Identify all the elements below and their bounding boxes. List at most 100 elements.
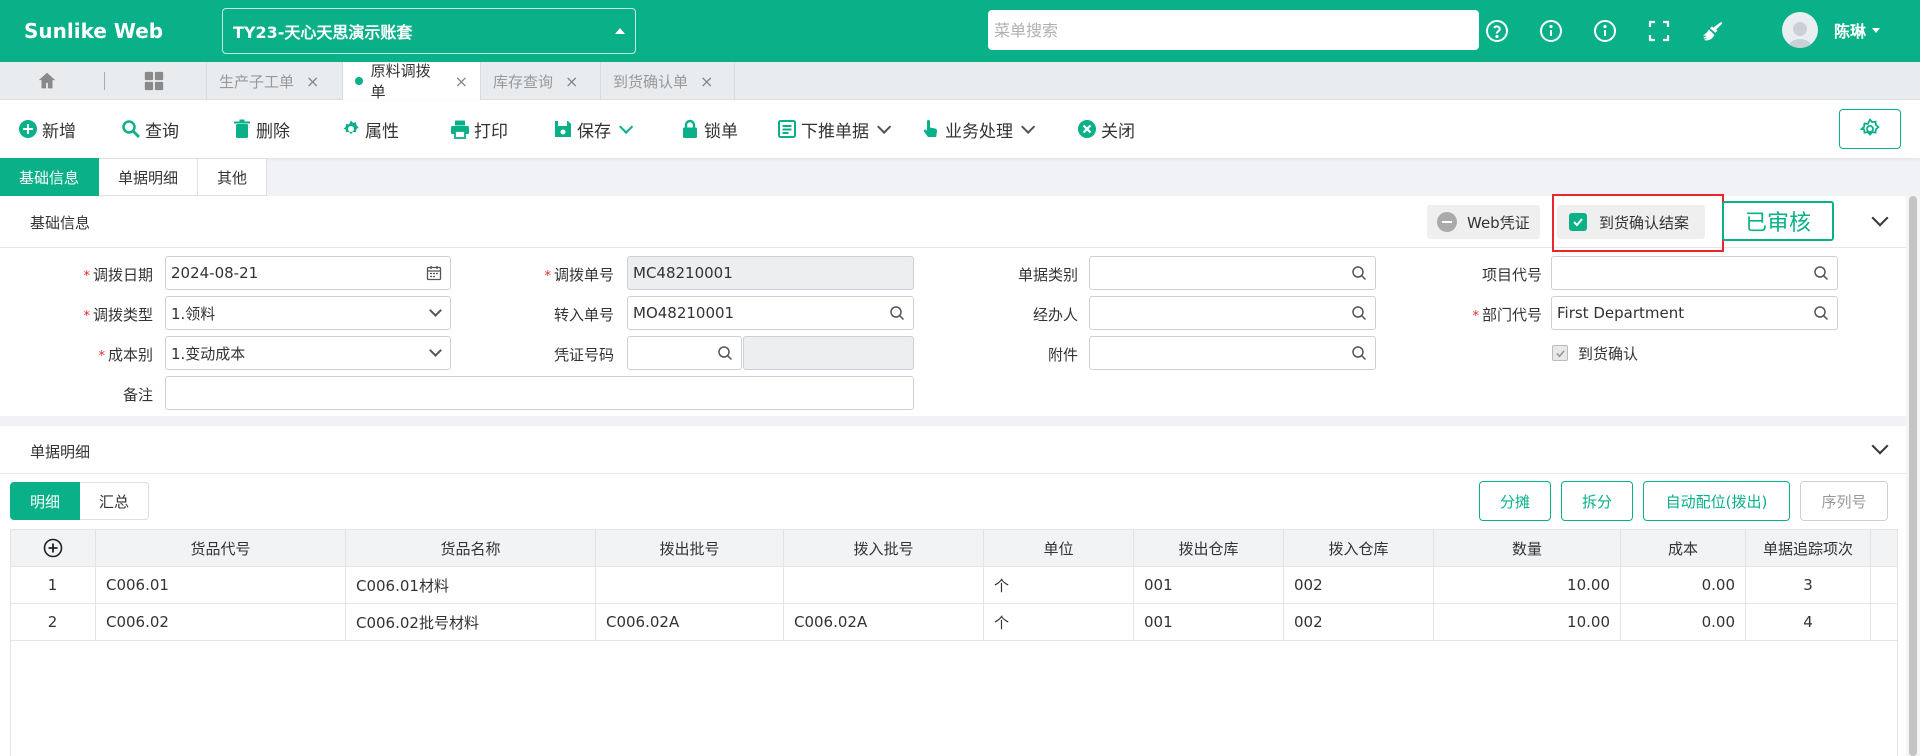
apps-grid-icon[interactable] — [143, 70, 165, 96]
cell-cost[interactable]: 0.00 — [1621, 604, 1746, 640]
table-row[interactable]: 1 C006.01 C006.01材料 个 001 002 10.00 0.00… — [10, 567, 1898, 604]
search-icon — [890, 306, 905, 321]
serial-number-button[interactable]: 序列号 — [1800, 481, 1888, 521]
col-out-warehouse[interactable]: 拨出仓库 — [1134, 530, 1284, 566]
business-process-button[interactable]: 业务处理 — [921, 100, 1036, 158]
split-share-button[interactable]: 分摊 — [1479, 481, 1551, 521]
web-voucher-toggle[interactable]: Web凭证 — [1427, 205, 1540, 239]
col-trace-item[interactable]: 单据追踪项次 — [1746, 530, 1871, 566]
table-row[interactable]: 2 C006.02 C006.02批号材料 C006.02A C006.02A … — [10, 604, 1898, 641]
user-menu[interactable]: 陈琳 — [1782, 12, 1881, 48]
scrollbar-thumb[interactable] — [1909, 196, 1917, 756]
cell-quantity[interactable]: 10.00 — [1434, 604, 1621, 640]
tab-inventory-query[interactable]: 库存查询 × — [480, 62, 600, 100]
tab-arrival-confirm[interactable]: 到货确认单 × — [600, 62, 735, 100]
doc-category-field[interactable] — [1089, 256, 1376, 290]
save-button[interactable]: 保存 — [553, 100, 634, 158]
lock-button[interactable]: 锁单 — [680, 100, 738, 158]
properties-button[interactable]: 属性 — [341, 100, 399, 158]
chevron-down-icon[interactable] — [877, 119, 892, 134]
close-icon[interactable]: × — [455, 72, 468, 91]
remark-label: 备注 — [122, 386, 153, 404]
tab-material-transfer[interactable]: 原料调拨单 × — [342, 62, 480, 101]
cost-type-select[interactable]: 1.变动成本 — [165, 336, 451, 370]
cell-item-name[interactable]: C006.01材料 — [346, 567, 596, 603]
brand-logo[interactable]: Sunlike Web — [24, 19, 222, 43]
transfer-in-no-field[interactable]: MO48210001 — [627, 296, 914, 330]
page-scrollbar[interactable] — [1906, 196, 1920, 756]
delete-button[interactable]: 删除 — [232, 100, 290, 158]
close-button[interactable]: 关闭 — [1077, 100, 1135, 158]
new-button[interactable]: 新增 — [18, 100, 76, 158]
tab-detail[interactable]: 明细 — [10, 482, 81, 520]
cell-in-batch[interactable] — [784, 567, 984, 603]
transfer-type-select[interactable]: 1.领料 — [165, 296, 451, 330]
search-icon — [1814, 306, 1829, 321]
dept-code-field[interactable]: First Department — [1551, 296, 1838, 330]
account-selector[interactable]: TY23-天心天思演示账套 — [222, 8, 636, 54]
settings-button[interactable] — [1839, 109, 1901, 149]
handler-field[interactable] — [1089, 296, 1376, 330]
transfer-date-field[interactable]: 2024-08-21 — [165, 256, 451, 290]
arrival-confirm-checkbox[interactable] — [1552, 345, 1568, 361]
cell-trace-item[interactable]: 4 — [1746, 604, 1871, 640]
cell-item-code[interactable]: C006.01 — [96, 567, 346, 603]
close-icon[interactable]: × — [306, 72, 319, 91]
col-item-code[interactable]: 货品代号 — [96, 530, 346, 566]
remark-field[interactable] — [165, 376, 914, 410]
home-icon[interactable] — [36, 70, 58, 96]
col-quantity[interactable]: 数量 — [1434, 530, 1621, 566]
split-button[interactable]: 拆分 — [1561, 481, 1633, 521]
cell-out-warehouse[interactable]: 001 — [1134, 567, 1284, 603]
cell-item-name[interactable]: C006.02批号材料 — [346, 604, 596, 640]
col-unit[interactable]: 单位 — [984, 530, 1134, 566]
cell-in-warehouse[interactable]: 002 — [1284, 567, 1434, 603]
user-name: 陈琳 — [1834, 22, 1867, 41]
cell-in-batch[interactable]: C006.02A — [784, 604, 984, 640]
lock-icon — [683, 119, 697, 138]
col-out-batch[interactable]: 拨出批号 — [596, 530, 784, 566]
project-code-field[interactable] — [1551, 256, 1838, 290]
push-down-button[interactable]: 下推单据 — [777, 100, 892, 158]
info-icon[interactable] — [1524, 0, 1578, 62]
cell-out-batch[interactable]: C006.02A — [596, 604, 784, 640]
chevron-down-icon[interactable] — [619, 119, 634, 134]
tab-basic-info[interactable]: 基础信息 — [0, 158, 100, 196]
cell-in-warehouse[interactable]: 002 — [1284, 604, 1434, 640]
help-icon[interactable] — [1470, 0, 1524, 62]
fullscreen-icon[interactable] — [1632, 0, 1686, 62]
query-button[interactable]: 查询 — [121, 100, 179, 158]
close-icon[interactable]: × — [565, 72, 578, 91]
clean-broom-icon[interactable] — [1686, 0, 1740, 62]
cell-cost[interactable]: 0.00 — [1621, 567, 1746, 603]
voucher-no-field[interactable] — [627, 336, 742, 370]
menu-search-input[interactable] — [988, 10, 1479, 50]
chevron-down-icon[interactable] — [1871, 209, 1889, 227]
col-in-warehouse[interactable]: 拨入仓库 — [1284, 530, 1434, 566]
add-row-button[interactable] — [10, 530, 96, 566]
cell-unit[interactable]: 个 — [984, 604, 1134, 640]
col-cost[interactable]: 成本 — [1621, 530, 1746, 566]
chevron-down-icon[interactable] — [1871, 437, 1889, 455]
chevron-down-icon[interactable] — [1021, 119, 1036, 134]
plus-circle-icon — [19, 120, 37, 138]
about-icon[interactable] — [1578, 0, 1632, 62]
cell-quantity[interactable]: 10.00 — [1434, 567, 1621, 603]
cell-out-batch[interactable] — [596, 567, 784, 603]
attachment-field[interactable] — [1089, 336, 1376, 370]
arrival-confirm-label: 到货确认 — [1578, 345, 1639, 363]
col-in-batch[interactable]: 拨入批号 — [784, 530, 984, 566]
tab-doc-detail[interactable]: 单据明细 — [99, 158, 199, 196]
close-icon[interactable]: × — [700, 72, 713, 91]
tab-other[interactable]: 其他 — [198, 158, 268, 196]
auto-locate-button[interactable]: 自动配位(拨出) — [1643, 481, 1790, 521]
tab-production-suborder[interactable]: 生产子工单 × — [206, 62, 342, 100]
doc-detail-header: 单据明细 — [0, 426, 1906, 474]
print-button[interactable]: 打印 — [450, 100, 508, 158]
col-item-name[interactable]: 货品名称 — [346, 530, 596, 566]
tab-summary[interactable]: 汇总 — [80, 482, 150, 520]
cell-item-code[interactable]: C006.02 — [96, 604, 346, 640]
cell-out-warehouse[interactable]: 001 — [1134, 604, 1284, 640]
cell-trace-item[interactable]: 3 — [1746, 567, 1871, 603]
cell-unit[interactable]: 个 — [984, 567, 1134, 603]
